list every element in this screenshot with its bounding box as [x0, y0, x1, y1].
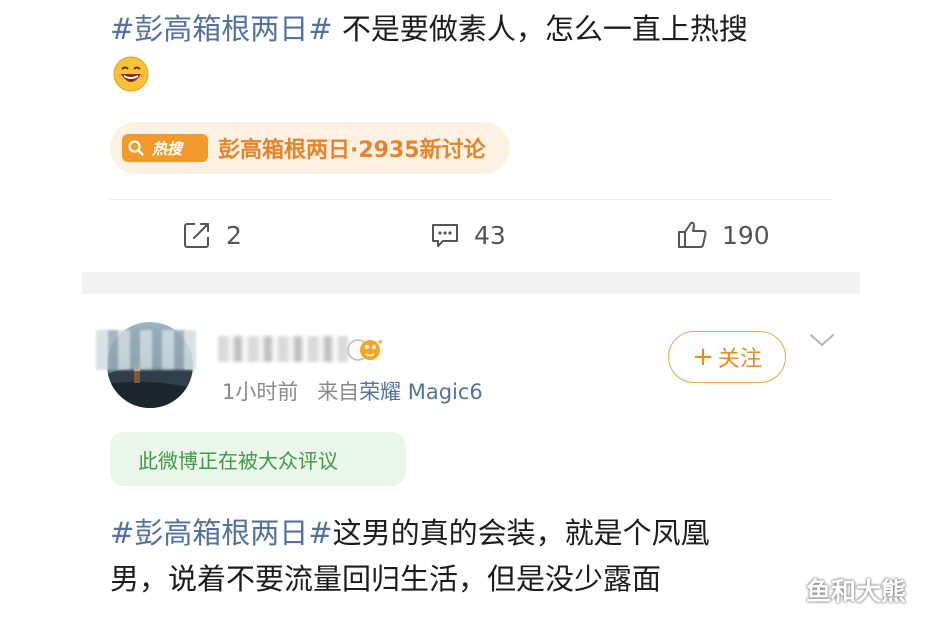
- post2-text-line1: #彭高箱根两日#这男的真的会装，就是个凤凰: [110, 510, 710, 556]
- like-button[interactable]: 190: [676, 212, 770, 258]
- post1-text: #彭高箱根两日# 不是要做素人，怎么一直上热搜: [110, 6, 748, 52]
- hot-search-badge: 热搜: [122, 134, 208, 162]
- laughing-face-emoji-icon: [113, 56, 149, 92]
- post1-body-text: 不是要做素人，怎么一直上热搜: [332, 12, 748, 46]
- comment-count: 43: [474, 220, 506, 250]
- repost-count: 2: [226, 220, 242, 250]
- post-separator: [82, 272, 860, 294]
- post2-hashtag-link[interactable]: #彭高箱根两日#: [110, 516, 333, 550]
- post-meta: 1小时前 来自荣耀 Magic6: [222, 376, 483, 406]
- comment-button[interactable]: 43: [430, 212, 506, 258]
- thumbs-up-icon: [678, 221, 707, 248]
- divider: [110, 199, 832, 200]
- post1-hashtag-link[interactable]: #彭高箱根两日#: [110, 12, 333, 46]
- post-time: 1小时前: [222, 380, 299, 404]
- discussion-tag-label: 此微博正在被大众评议: [138, 448, 338, 473]
- like-count: 190: [722, 220, 770, 250]
- post2-body-line1: 这男的真的会装，就是个凤凰: [332, 516, 710, 550]
- comment-icon: [432, 224, 458, 247]
- fan-badge-icon: [347, 339, 382, 361]
- follow-label: 关注: [717, 347, 762, 372]
- weibo-feed: #彭高箱根两日# 不是要做素人，怎么一直上热搜 热搜 彭高箱根两日·2935新讨…: [0, 0, 941, 623]
- hot-search-chip[interactable]: 热搜 彭高箱根两日·2935新讨论: [110, 122, 510, 174]
- post-source-device[interactable]: 荣耀 Magic6: [359, 380, 483, 404]
- plus-icon: +: [692, 342, 714, 372]
- post1-action-bar: 2 43 190: [110, 212, 832, 258]
- username-redacted[interactable]: [218, 336, 348, 362]
- repost-button[interactable]: 2: [182, 212, 242, 258]
- watermark: 鱼和大熊: [806, 577, 907, 606]
- avatar-mosaic: [96, 330, 196, 370]
- search-icon: [122, 134, 150, 162]
- chevron-down-icon[interactable]: [808, 330, 836, 350]
- post-source-prefix: 来自: [317, 380, 360, 404]
- hot-search-topic: 彭高箱根两日·2935新讨论: [218, 138, 486, 163]
- hot-badge-label: 热搜: [152, 139, 183, 158]
- follow-button[interactable]: + 关注: [668, 331, 786, 383]
- repost-icon: [184, 223, 209, 248]
- public-discussion-tag[interactable]: 此微博正在被大众评议: [110, 432, 406, 486]
- post2-text-line2: 男，说着不要流量回归生活，但是没少露面: [110, 562, 662, 596]
